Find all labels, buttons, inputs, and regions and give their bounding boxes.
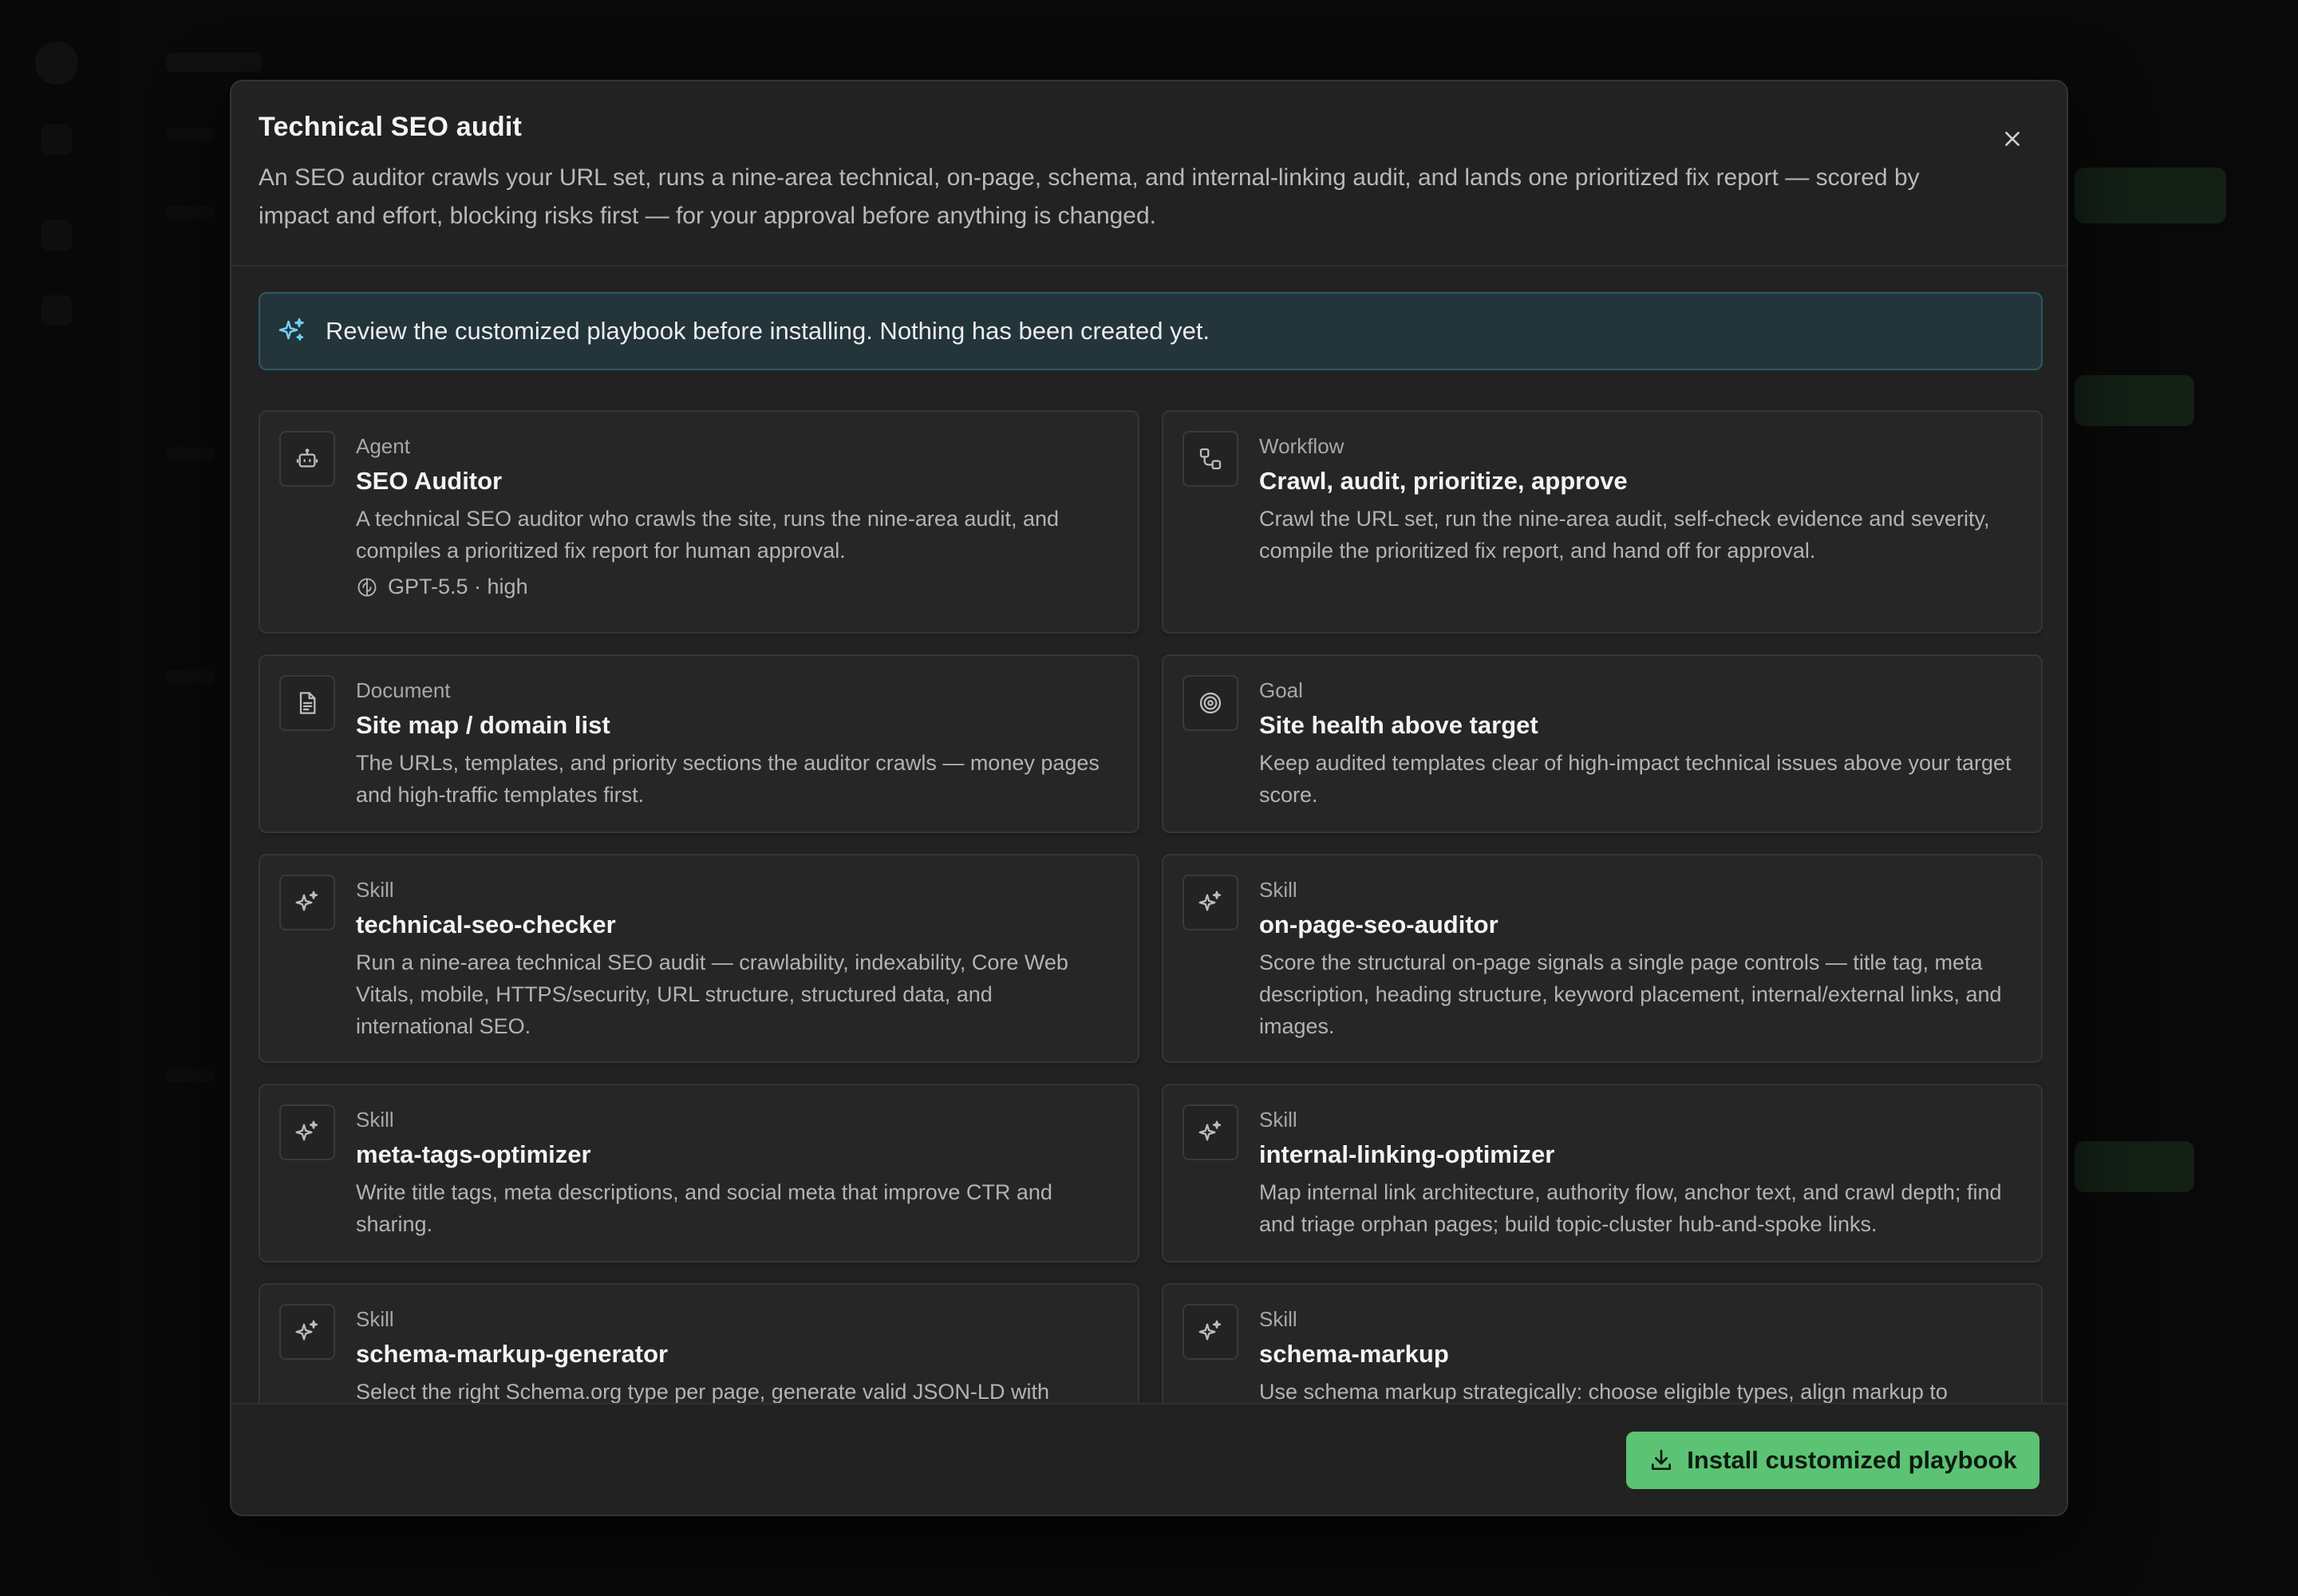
card-description: Keep audited templates clear of high-imp… <box>1259 751 2012 807</box>
close-button[interactable] <box>1990 117 2035 161</box>
document-icon <box>279 675 335 731</box>
card-kind: Skill <box>356 1108 394 1132</box>
modal-header: Technical SEO audit An SEO auditor crawl… <box>231 81 2067 267</box>
card-description: Run a nine-area technical SEO audit — cr… <box>356 950 1068 1038</box>
card-description: The URLs, templates, and priority sectio… <box>356 751 1100 807</box>
model-setting: GPT-5.5 · high <box>356 575 1114 599</box>
sparkle-icon <box>1183 1104 1238 1160</box>
card-skill[interactable]: Skill meta-tags-optimizer Write title ta… <box>259 1084 1139 1262</box>
card-skill[interactable]: Skill technical-seo-checker Run a nine-a… <box>259 854 1139 1063</box>
sparkle-icon <box>1183 875 1238 930</box>
sparkle-icon <box>278 317 306 346</box>
card-agent[interactable]: Agent SEO Auditor A technical SEO audito… <box>259 410 1139 634</box>
card-title: Site health above target <box>1259 711 1538 739</box>
card-title: meta-tags-optimizer <box>356 1140 591 1168</box>
card-workflow[interactable]: Workflow Crawl, audit, prioritize, appro… <box>1162 410 2043 634</box>
card-kind: Skill <box>356 878 394 902</box>
install-button-label: Install customized playbook <box>1687 1446 2017 1474</box>
card-title: internal-linking-optimizer <box>1259 1140 1555 1168</box>
sparkle-icon <box>1183 1304 1238 1360</box>
review-notice: Review the customized playbook before in… <box>259 292 2043 370</box>
card-description: Map internal link architecture, authorit… <box>1259 1180 2002 1236</box>
card-description: Crawl the URL set, run the nine-area aud… <box>1259 507 1990 563</box>
card-title: Site map / domain list <box>356 711 610 739</box>
card-kind: Agent <box>356 434 410 458</box>
card-title: schema-markup-generator <box>356 1340 669 1368</box>
sparkle-icon <box>279 1104 335 1160</box>
card-title: SEO Auditor <box>356 467 503 495</box>
robot-icon <box>279 431 335 487</box>
card-kind: Goal <box>1259 678 1303 702</box>
notice-text: Review the customized playbook before in… <box>326 317 1210 345</box>
card-kind: Workflow <box>1259 434 1344 458</box>
download-icon <box>1652 1449 1672 1470</box>
modal-footer: Install customized playbook <box>231 1403 2067 1515</box>
card-description: Write title tags, meta descriptions, and… <box>356 1180 1052 1236</box>
card-title: schema-markup <box>1259 1340 1449 1368</box>
install-playbook-button[interactable]: Install customized playbook <box>1626 1432 2039 1489</box>
brain-icon <box>357 578 377 596</box>
card-skill[interactable]: Skill on-page-seo-auditor Score the stru… <box>1162 854 2043 1063</box>
card-title: on-page-seo-auditor <box>1259 911 1498 938</box>
card-kind: Skill <box>356 1307 394 1331</box>
playbook-items-grid: Agent SEO Auditor A technical SEO audito… <box>259 410 2043 1462</box>
modal-description: An SEO auditor crawls your URL set, runs… <box>259 164 1920 229</box>
playbook-modal: Technical SEO audit An SEO auditor crawl… <box>230 80 2068 1516</box>
sparkle-icon <box>279 875 335 930</box>
card-description: Score the structural on-page signals a s… <box>1259 950 2002 1038</box>
target-icon <box>1183 675 1238 731</box>
card-kind: Skill <box>1259 1307 1297 1331</box>
modal-body[interactable]: Review the customized playbook before in… <box>259 292 2043 1484</box>
card-document[interactable]: Document Site map / domain list The URLs… <box>259 654 1139 833</box>
card-goal[interactable]: Goal Site health above target Keep audit… <box>1162 654 2043 833</box>
modal-title: Technical SEO audit <box>259 112 523 142</box>
card-description: A technical SEO auditor who crawls the s… <box>356 507 1059 563</box>
card-kind: Document <box>356 678 451 702</box>
sparkle-icon <box>279 1304 335 1360</box>
card-kind: Skill <box>1259 1108 1297 1132</box>
card-skill[interactable]: Skill internal-linking-optimizer Map int… <box>1162 1084 2043 1262</box>
card-kind: Skill <box>1259 878 1297 902</box>
card-title: technical-seo-checker <box>356 911 616 938</box>
model-label: GPT-5.5 · high <box>388 575 528 598</box>
workflow-icon <box>1183 431 1238 487</box>
card-title: Crawl, audit, prioritize, approve <box>1259 467 1628 495</box>
close-icon <box>2005 132 2020 146</box>
